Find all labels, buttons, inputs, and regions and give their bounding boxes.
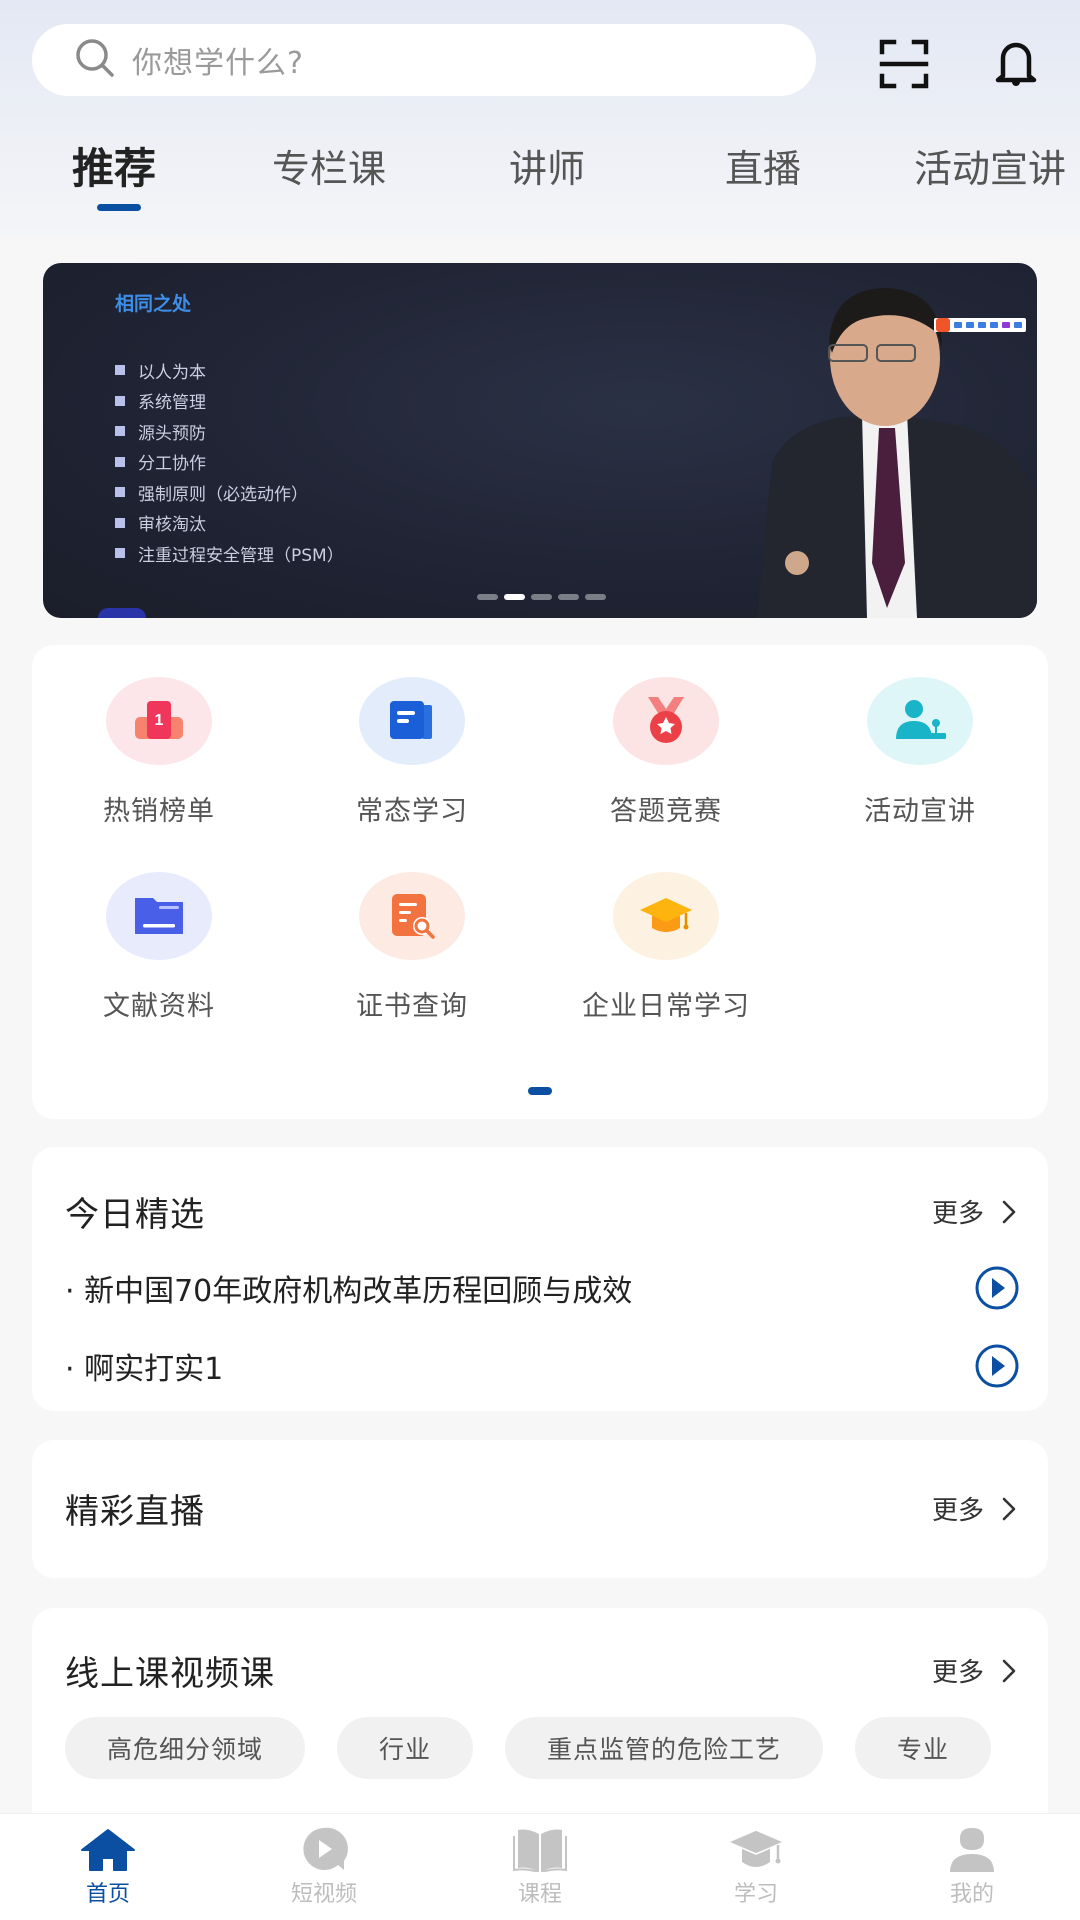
- tab-recommend[interactable]: 推荐: [72, 135, 156, 196]
- category-chips: 高危细分领域 行业 重点监管的危险工艺 专业: [65, 1717, 992, 1779]
- list-item[interactable]: · 新中国70年政府机构改革历程回顾与成效: [65, 1265, 1020, 1311]
- graduation-cap-icon: [613, 872, 719, 960]
- nav-short-video[interactable]: 短视频: [254, 1826, 394, 1908]
- chip-hazardous-processes[interactable]: 重点监管的危险工艺: [505, 1717, 824, 1779]
- scan-icon[interactable]: [874, 34, 934, 94]
- bottom-navigation: 首页 短视频 课程 学习 我的: [0, 1813, 1080, 1920]
- chip-industry[interactable]: 行业: [337, 1717, 474, 1779]
- search-icon: [72, 35, 118, 85]
- tab-column-courses[interactable]: 专栏课: [272, 138, 386, 193]
- banner-bullet: 系统管理: [115, 386, 344, 417]
- nav-home[interactable]: 首页: [38, 1826, 178, 1908]
- today-picks-card: 今日精选 更多 · 新中国70年政府机构改革历程回顾与成效 · 啊实打实1: [32, 1147, 1048, 1411]
- medal-icon: [613, 677, 719, 765]
- menu-item-enterprise-study[interactable]: 企业日常学习: [566, 872, 766, 1023]
- course-book-icon: [513, 1829, 567, 1872]
- chip-specialty[interactable]: 专业: [855, 1717, 992, 1779]
- banner-carousel[interactable]: 相同之处 以人为本 系统管理 源头预防 分工协作 强制原则（必选动作） 审核淘汰…: [43, 263, 1037, 618]
- chevron-right-icon: [1002, 1659, 1016, 1682]
- banner-dot[interactable]: [585, 594, 606, 600]
- ime-toolbar: [934, 318, 1026, 332]
- banner-dot[interactable]: [558, 594, 579, 600]
- header: 你想学什么? 推荐 专栏课 讲师 直播 活动宣讲: [0, 0, 1080, 236]
- tab-activities[interactable]: 活动宣讲: [914, 138, 1066, 193]
- search-input[interactable]: 你想学什么?: [132, 38, 304, 82]
- list-item[interactable]: · 啊实打实1: [65, 1343, 1020, 1389]
- menu-item-certificate-query[interactable]: 证书查询: [312, 872, 512, 1023]
- play-icon[interactable]: [974, 1265, 1020, 1311]
- banner-bullet-list: 以人为本 系统管理 源头预防 分工协作 强制原则（必选动作） 审核淘汰 注重过程…: [115, 355, 344, 569]
- banner-bullet: 强制原则（必选动作）: [115, 477, 344, 508]
- banner-slide-title: 相同之处: [115, 293, 192, 315]
- banner-bullet: 审核淘汰: [115, 508, 344, 539]
- section-title: 线上课视频课: [65, 1654, 275, 1694]
- today-more-button[interactable]: 更多: [932, 1193, 1020, 1230]
- banner-bullet: 分工协作: [115, 447, 344, 478]
- banner-bullet: 源头预防: [115, 416, 344, 447]
- section-title: 今日精选: [65, 1195, 205, 1235]
- banner-dot-active[interactable]: [504, 594, 525, 600]
- banner-bullet: 以人为本: [115, 355, 344, 386]
- lecturer-image: [757, 288, 1037, 618]
- banner-dot[interactable]: [531, 594, 552, 600]
- bell-icon[interactable]: [986, 34, 1046, 94]
- home-icon: [81, 1829, 135, 1871]
- online-courses-card: 线上课视频课 更多 高危细分领域 行业 重点监管的危险工艺 专业: [32, 1608, 1048, 1838]
- nav-profile[interactable]: 我的: [902, 1826, 1042, 1908]
- short-video-icon: [303, 1827, 348, 1870]
- live-more-button[interactable]: 更多: [932, 1490, 1020, 1527]
- ranking-icon: 1: [106, 677, 212, 765]
- menu-item-hot-ranking[interactable]: 1 热销榜单: [59, 677, 259, 828]
- chip-high-risk-fields[interactable]: 高危细分领域: [65, 1717, 306, 1779]
- section-title: 精彩直播: [65, 1492, 205, 1532]
- folder-icon: [106, 872, 212, 960]
- chevron-right-icon: [1002, 1200, 1016, 1223]
- study-cap-icon: [726, 1829, 786, 1867]
- speaker-icon: [867, 677, 973, 765]
- book-icon: [359, 677, 465, 765]
- nav-study[interactable]: 学习: [686, 1826, 826, 1908]
- tab-lecturers[interactable]: 讲师: [509, 138, 585, 193]
- search-bar[interactable]: 你想学什么?: [32, 24, 816, 96]
- svg-text:1: 1: [155, 712, 164, 729]
- tab-live[interactable]: 直播: [725, 138, 801, 193]
- play-icon[interactable]: [974, 1343, 1020, 1389]
- category-tabs: 推荐 专栏课 讲师 直播 活动宣讲: [0, 138, 1080, 208]
- chevron-right-icon: [1002, 1497, 1016, 1520]
- quick-menu-page-indicator: [528, 1087, 552, 1095]
- banner-bullet: 注重过程安全管理（PSM）: [115, 538, 344, 569]
- nav-courses[interactable]: 课程: [470, 1826, 610, 1908]
- slide-decoration: [98, 608, 146, 618]
- quick-menu-card: 1 热销榜单 常态学习 答题竞赛 活动宣讲 文献资料 证书查询 企业日常学习: [32, 645, 1048, 1119]
- online-more-button[interactable]: 更多: [932, 1652, 1020, 1689]
- banner-dot[interactable]: [477, 594, 498, 600]
- live-card: 精彩直播 更多: [32, 1440, 1048, 1578]
- menu-item-activities[interactable]: 活动宣讲: [820, 677, 1020, 828]
- certificate-search-icon: [359, 872, 465, 960]
- menu-item-regular-study[interactable]: 常态学习: [312, 677, 512, 828]
- profile-icon: [950, 1828, 994, 1872]
- banner-page-indicator: [477, 594, 606, 600]
- menu-item-literature[interactable]: 文献资料: [59, 872, 259, 1023]
- active-tab-indicator: [97, 204, 141, 211]
- menu-item-quiz-contest[interactable]: 答题竞赛: [566, 677, 766, 828]
